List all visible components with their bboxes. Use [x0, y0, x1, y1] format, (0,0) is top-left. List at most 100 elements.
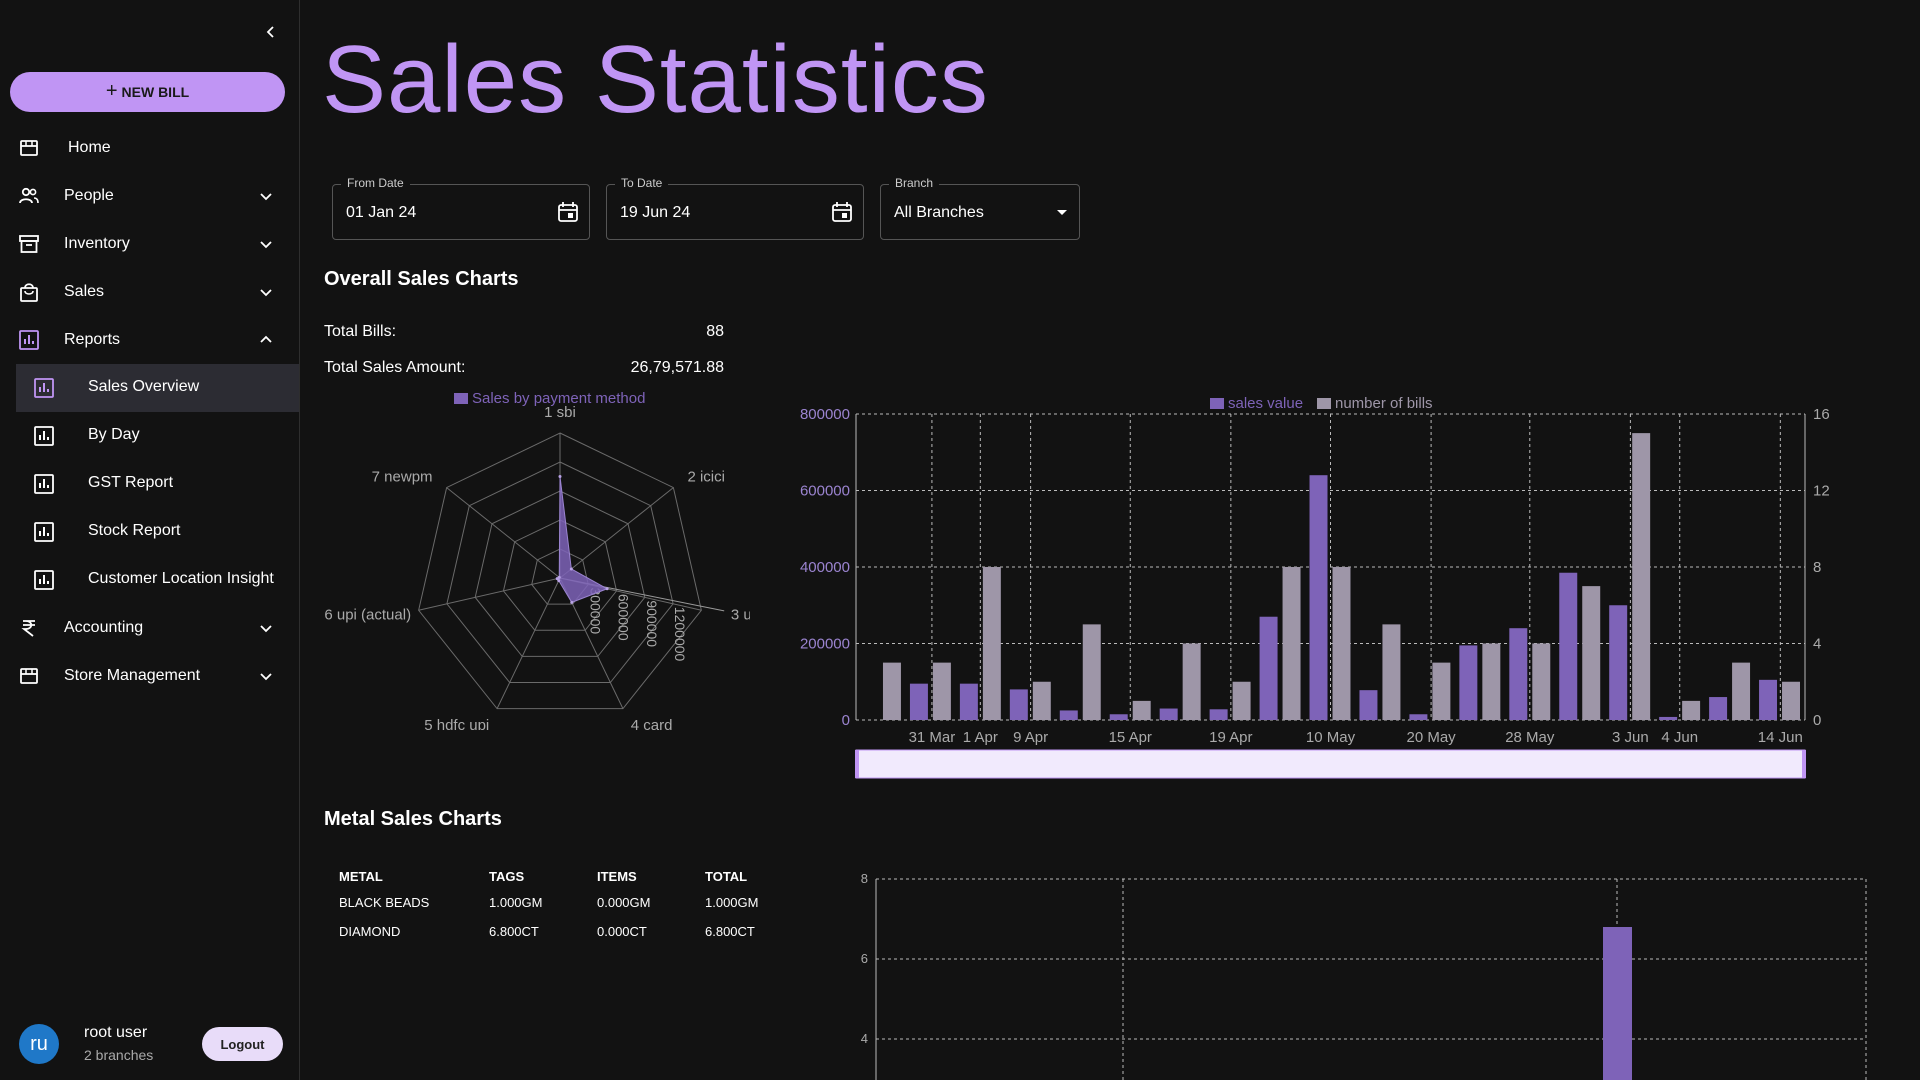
radar-category-label: 1 sbi [544, 404, 576, 421]
radar-category-label: 5 hdfc upi [424, 717, 489, 730]
radar-category-label: 7 newpm [372, 468, 433, 485]
bar-number-of-bills [1682, 700, 1701, 720]
sidebar-item-accounting[interactable]: Accounting [0, 604, 299, 652]
from-date-value: 01 Jan 24 [346, 204, 417, 221]
column-header-metal: METAL [339, 868, 383, 884]
to-date-label: To Date [615, 176, 669, 190]
table-cell: 1.000GM [705, 895, 759, 910]
radar-category-label: 6 upi (actual) [324, 606, 411, 623]
branch-select[interactable]: Branch All Branches [880, 176, 1080, 240]
chevron-down-icon [256, 186, 276, 206]
shopping-bag-icon [18, 281, 40, 303]
from-date-field[interactable]: From Date 01 Jan 24 [332, 176, 590, 240]
to-date-value: 19 Jun 24 [620, 204, 691, 221]
y-axis-tick-label-left: 200000 [800, 636, 850, 653]
bar-number-of-bills [1282, 567, 1301, 720]
table-cell: 0.000CT [597, 924, 647, 939]
bar-sales-value [1009, 689, 1028, 720]
sidebar-item-home[interactable]: Home [0, 124, 299, 172]
bar-sales-value [1509, 628, 1528, 720]
bar-metal [1603, 927, 1632, 1080]
x-axis-tick-label: 14 Jun [1758, 729, 1803, 746]
bar-sales-value [1709, 697, 1728, 720]
calendar-icon[interactable] [831, 201, 853, 223]
bar-sales-value [1459, 645, 1478, 720]
bar-number-of-bills [1382, 624, 1401, 720]
rupee-icon [18, 617, 40, 639]
bar-sales-value [1659, 716, 1678, 720]
table-cell: BLACK BEADS [339, 895, 430, 910]
overall-sales-title: Overall Sales Charts [324, 268, 519, 290]
bar-sales-value [909, 683, 928, 720]
y-axis-tick-label: 6 [861, 951, 868, 966]
range-slider-handle-left [855, 750, 859, 778]
sidebar-subitem-gst-report[interactable]: GST Report [16, 460, 299, 508]
bar-sales-value [959, 683, 978, 720]
x-axis-tick-label: 1 Apr [963, 729, 998, 746]
sidebar-item-sales[interactable]: Sales [0, 268, 299, 316]
x-axis-tick-label: 31 Mar [909, 729, 956, 746]
bar-chart-icon [33, 521, 55, 543]
sidebar-subitem-label: Customer Location Insight [88, 570, 274, 587]
sidebar-subitem-label: Sales Overview [88, 378, 200, 395]
sidebar-subitem-sales-overview[interactable]: Sales Overview [16, 364, 299, 412]
sidebar-item-store-management[interactable]: Store Management [0, 652, 299, 700]
x-axis-tick-label: 15 Apr [1109, 729, 1152, 746]
sidebar-subitem-by-day[interactable]: By Day [16, 412, 299, 460]
bar-chart-icon [33, 473, 55, 495]
sidebar-item-people[interactable]: People [0, 172, 299, 220]
radar-spoke [418, 577, 561, 611]
sidebar-item-reports[interactable]: Reports [0, 316, 299, 364]
range-slider-handle-right [1802, 750, 1806, 778]
bar-sales-value [1259, 616, 1278, 720]
avatar[interactable]: ru [19, 1024, 59, 1064]
logout-button[interactable]: Logout [202, 1027, 283, 1061]
x-axis-tick-label: 28 May [1505, 729, 1555, 746]
table-cell: 6.800CT [705, 924, 755, 939]
bar-chart-icon [33, 569, 55, 591]
x-axis-tick-label: 20 May [1406, 729, 1456, 746]
y-axis-tick-label: 8 [861, 871, 868, 886]
bar-number-of-bills [882, 662, 901, 720]
sidebar-item-inventory[interactable]: Inventory [0, 220, 299, 268]
bar-sales-value [1409, 714, 1428, 720]
collapse-sidebar-button[interactable] [259, 20, 283, 44]
new-bill-button[interactable]: + NEW BILL [10, 72, 285, 112]
to-date-field[interactable]: To Date 19 Jun 24 [606, 176, 864, 240]
x-axis-tick-label: 9 Apr [1013, 729, 1048, 746]
legend-label: number of bills [1335, 395, 1433, 412]
bar-sales-value [1059, 710, 1078, 720]
radar-axis-tick-label: 600000 [616, 594, 632, 641]
y-axis-tick-label-left: 400000 [800, 559, 850, 576]
table-cell: 0.000GM [597, 895, 651, 910]
sidebar-subitem-customer-location-insight[interactable]: Customer Location Insight [16, 556, 299, 604]
radar-chart: Sales by payment method300000 600000 90000… [324, 390, 750, 730]
bar-chart-icon [18, 329, 40, 351]
store-icon [18, 665, 40, 687]
bar-number-of-bills [1632, 433, 1651, 720]
radar-spoke [559, 487, 674, 579]
branch-value: All Branches [894, 204, 984, 221]
sidebar-subitem-label: By Day [88, 426, 140, 443]
y-axis-tick-label-right: 8 [1813, 559, 1821, 576]
total-sales-value: 26,79,571.88 [630, 359, 724, 376]
legend-swatch [454, 393, 468, 404]
bar-chart-icon [33, 377, 55, 399]
y-axis-tick-label-left: 600000 [800, 483, 850, 500]
calendar-icon[interactable] [557, 201, 579, 223]
sidebar-item-label: Reports [64, 331, 121, 348]
bar-sales-value [1609, 605, 1628, 720]
y-axis-tick-label-right: 12 [1813, 483, 1830, 500]
y-axis-tick-label-left: 800000 [800, 406, 850, 423]
new-bill-label: NEW BILL [121, 84, 190, 100]
archive-icon [18, 233, 40, 255]
sidebar-subitem-stock-report[interactable]: Stock Report [16, 508, 299, 556]
bar-sales-value [1309, 475, 1328, 720]
legend-swatch [1317, 398, 1331, 409]
total-sales-label: Total Sales Amount: [324, 359, 466, 376]
radar-point [569, 567, 573, 571]
sidebar-subitem-label: Stock Report [88, 522, 181, 539]
app-root: + NEW BILL Home People Inventory Sales R… [0, 0, 1920, 1080]
metal-table: METAL TAGS ITEMS TOTAL BLACK BEADS 1.000… [339, 864, 805, 946]
y-axis-tick-label-right: 0 [1813, 712, 1821, 729]
